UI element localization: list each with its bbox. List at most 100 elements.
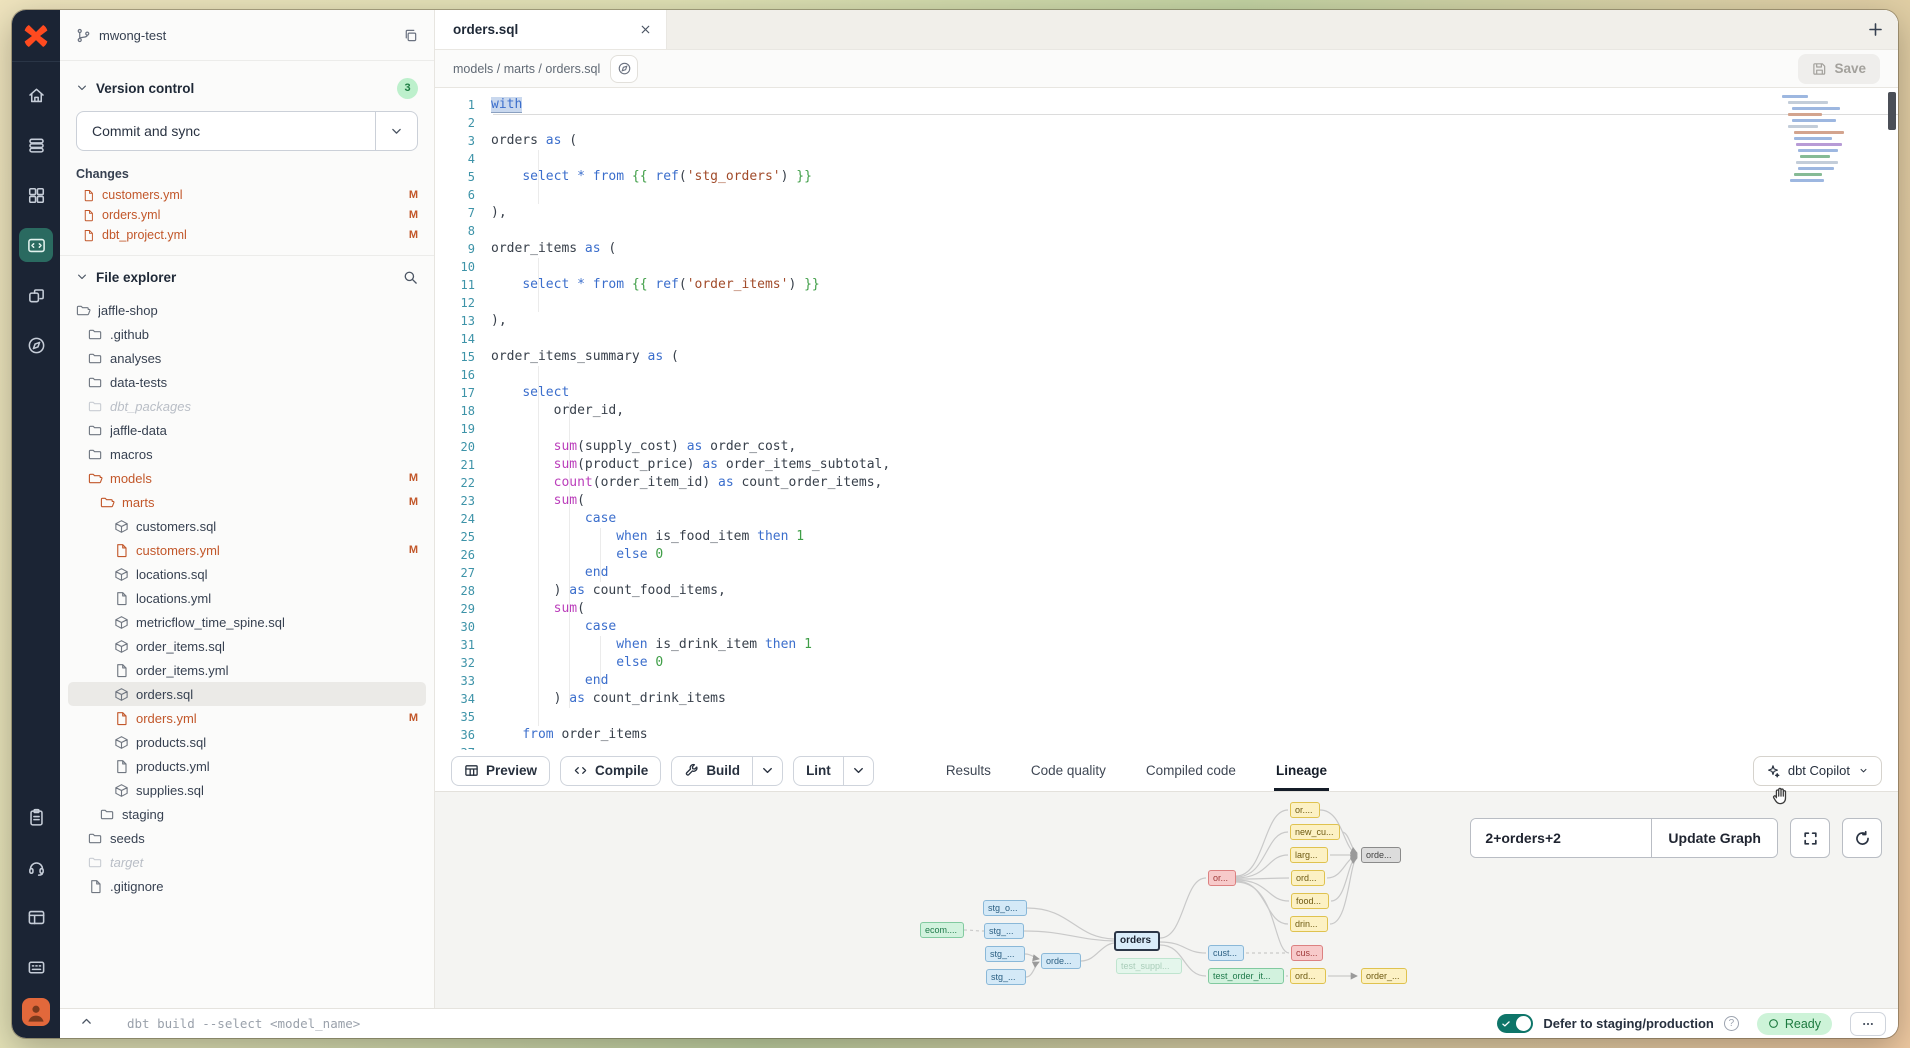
code-editor[interactable]: 1 with 2 3 orders as ( 4 <box>435 88 1898 750</box>
code-line[interactable]: 16 <box>435 366 1898 384</box>
toolbar-tab[interactable]: Lineage <box>1274 750 1329 791</box>
lineage-node[interactable]: cust... <box>1208 945 1244 961</box>
code-line[interactable]: 14 <box>435 330 1898 348</box>
code-line[interactable]: 5 select * from {{ ref('stg_orders') }} <box>435 168 1898 186</box>
lineage-node[interactable]: order_... <box>1361 968 1407 984</box>
compile-button[interactable]: Compile <box>560 756 661 786</box>
code-line[interactable]: 32 else 0 <box>435 654 1898 672</box>
tree-item[interactable]: orders.sql <box>68 682 426 706</box>
lineage-node[interactable]: stg_o... <box>983 900 1027 916</box>
lint-options-caret[interactable] <box>843 757 873 785</box>
lint-button[interactable]: Lint <box>793 756 874 786</box>
lineage-node[interactable]: or... <box>1208 870 1236 886</box>
tree-item[interactable]: locations.yml <box>68 586 426 610</box>
code-line[interactable]: 13 ), <box>435 312 1898 330</box>
lineage-node[interactable]: stg_... <box>984 923 1024 939</box>
tree-item[interactable]: seeds <box>68 826 426 850</box>
search-icon[interactable] <box>403 270 418 285</box>
tree-item[interactable]: order_items.sql <box>68 634 426 658</box>
expand-command-bar-button[interactable] <box>80 1015 93 1033</box>
lineage-node[interactable]: stg_... <box>985 946 1025 962</box>
code-line[interactable]: 8 <box>435 222 1898 240</box>
lineage-node[interactable]: test_suppl... <box>1116 958 1182 974</box>
tree-item[interactable]: metricflow_time_spine.sql <box>68 610 426 634</box>
code-line[interactable]: 12 <box>435 294 1898 312</box>
preview-button[interactable]: Preview <box>451 756 550 786</box>
code-line[interactable]: 24 case <box>435 510 1898 528</box>
home-icon[interactable] <box>19 78 53 112</box>
editor-scrollbar-thumb[interactable] <box>1888 92 1896 130</box>
dbt-logo-icon[interactable] <box>12 10 60 62</box>
code-line[interactable]: 2 <box>435 114 1898 132</box>
code-line[interactable]: 27 end <box>435 564 1898 582</box>
code-line[interactable]: 26 else 0 <box>435 546 1898 564</box>
checklist-icon[interactable] <box>19 800 53 834</box>
code-line[interactable]: 6 <box>435 186 1898 204</box>
support-headset-icon[interactable] <box>19 850 53 884</box>
code-line[interactable]: 1 with <box>435 96 1898 114</box>
command-input[interactable]: dbt build --select <model_name> <box>127 1016 1487 1031</box>
code-line[interactable]: 29 sum( <box>435 600 1898 618</box>
code-line[interactable]: 7 ), <box>435 204 1898 222</box>
user-avatar[interactable] <box>22 998 50 1026</box>
tree-item[interactable]: customers.yml M <box>68 538 426 562</box>
code-line[interactable]: 35 <box>435 708 1898 726</box>
tree-item[interactable]: marts M <box>68 490 426 514</box>
fullscreen-button[interactable] <box>1790 818 1830 858</box>
tree-item[interactable]: dbt_packages <box>68 394 426 418</box>
tree-item[interactable]: order_items.yml <box>68 658 426 682</box>
code-line[interactable]: 33 end <box>435 672 1898 690</box>
lineage-node[interactable]: test_order_it... <box>1208 968 1284 984</box>
tree-item[interactable]: customers.sql <box>68 514 426 538</box>
lineage-node[interactable]: cus... <box>1291 945 1323 961</box>
tree-item[interactable]: .github <box>68 322 426 346</box>
tree-item[interactable]: data-tests <box>68 370 426 394</box>
lineage-node[interactable]: or.... <box>1290 802 1320 818</box>
build-button[interactable]: Build <box>671 756 783 786</box>
lineage-node[interactable]: orders <box>1114 931 1160 951</box>
change-item[interactable]: dbt_project.yml M <box>60 225 434 245</box>
tree-item[interactable]: macros <box>68 442 426 466</box>
code-line[interactable]: 20 sum(supply_cost) as order_cost, <box>435 438 1898 456</box>
lineage-node[interactable]: orde... <box>1041 953 1081 969</box>
lineage-node[interactable]: drin... <box>1290 916 1328 932</box>
code-line[interactable]: 10 <box>435 258 1898 276</box>
help-icon[interactable]: ? <box>1724 1016 1739 1031</box>
build-options-caret[interactable] <box>752 757 782 785</box>
code-line[interactable]: 17 select <box>435 384 1898 402</box>
orchestration-icon[interactable] <box>19 278 53 312</box>
lineage-canvas[interactable]: ecom.... stg_o... stg_... stg_... stg_..… <box>435 792 1898 1008</box>
code-line[interactable]: 4 <box>435 150 1898 168</box>
tree-item[interactable]: jaffle-data <box>68 418 426 442</box>
close-icon[interactable] <box>639 23 652 36</box>
toolbar-tab[interactable]: Results <box>944 750 993 791</box>
explore-compass-icon[interactable] <box>19 328 53 362</box>
copy-icon[interactable] <box>403 28 418 43</box>
dbt-copilot-button[interactable]: dbt Copilot <box>1753 756 1882 786</box>
code-line[interactable]: 28 ) as count_food_items, <box>435 582 1898 600</box>
code-line[interactable]: 18 order_id, <box>435 402 1898 420</box>
code-line[interactable]: 21 sum(product_price) as order_items_sub… <box>435 456 1898 474</box>
tree-item[interactable]: orders.yml M <box>68 706 426 730</box>
tree-item[interactable]: analyses <box>68 346 426 370</box>
code-line[interactable]: 11 select * from {{ ref('order_items') }… <box>435 276 1898 294</box>
commit-and-sync-button[interactable]: Commit and sync <box>76 111 418 151</box>
lineage-node[interactable]: ecom.... <box>920 922 964 938</box>
shortcuts-keyboard-icon[interactable] <box>19 950 53 984</box>
code-line[interactable]: 3 orders as ( <box>435 132 1898 150</box>
docs-window-icon[interactable] <box>19 900 53 934</box>
tree-item[interactable]: products.sql <box>68 730 426 754</box>
update-graph-button[interactable]: Update Graph <box>1651 819 1777 857</box>
apps-grid-icon[interactable] <box>19 178 53 212</box>
lineage-node[interactable]: ord... <box>1291 870 1325 886</box>
lineage-node[interactable]: stg_... <box>986 969 1026 985</box>
code-line[interactable]: 25 when is_food_item then 1 <box>435 528 1898 546</box>
lineage-filter-input[interactable] <box>1471 819 1651 857</box>
code-line[interactable]: 9 order_items as ( <box>435 240 1898 258</box>
tree-item[interactable]: jaffle-shop <box>68 298 426 322</box>
defer-toggle[interactable] <box>1497 1014 1533 1033</box>
tree-item[interactable]: products.yml <box>68 754 426 778</box>
tree-item[interactable]: models M <box>68 466 426 490</box>
code-line[interactable]: 22 count(order_item_id) as count_order_i… <box>435 474 1898 492</box>
lineage-node[interactable]: new_cu... <box>1290 824 1340 840</box>
